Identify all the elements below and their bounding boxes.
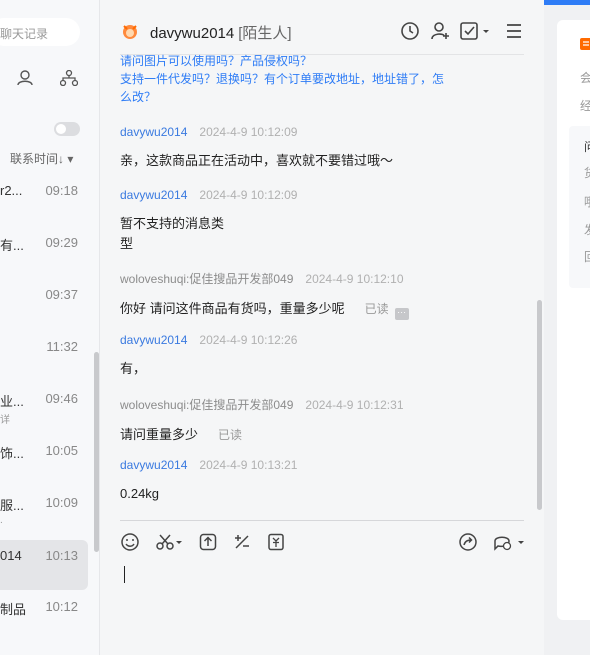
- customer-info-panel: 会 经 问 货 哦 发 回: [544, 0, 590, 655]
- message: davywu2014 2024-4-9 10:12:09 暂不支持的消息类 型: [120, 188, 524, 254]
- conversation-sidebar: 聊天记录 联系时间↓ ▾ r2... 09:18 有... 09:29 09:3…: [0, 0, 100, 655]
- screenshot-icon[interactable]: [155, 532, 183, 552]
- message: woloveshuqi:促佳搜品开发部049 2024-4-9 10:12:10 …: [120, 270, 524, 320]
- conversation-item[interactable]: 09:37: [0, 271, 88, 321]
- chat-panel: davywu2014 [陌生人] 请问图片可以使用吗？产品侵权吗？ 支持一件代发吗…: [101, 0, 544, 655]
- menu-icon[interactable]: [503, 20, 525, 42]
- conversation-item[interactable]: 11:32: [0, 323, 88, 373]
- discount-icon[interactable]: [232, 532, 252, 552]
- chat-settings-icon[interactable]: [492, 532, 524, 552]
- search-input[interactable]: 聊天记录: [0, 18, 80, 46]
- chat-header: davywu2014 [陌生人]: [101, 0, 544, 56]
- faq-link[interactable]: 请问图片可以使用吗？产品侵权吗？: [120, 52, 444, 70]
- message-text: 0.24kg: [120, 486, 160, 501]
- contacts-tab-icon[interactable]: [16, 70, 34, 86]
- conversation-item[interactable]: 业... 09:46 详: [0, 375, 88, 426]
- avatar: [123, 25, 137, 39]
- conversation-item[interactable]: 制品 10:12: [0, 583, 88, 633]
- message-input[interactable]: [120, 560, 524, 650]
- text-caret: [124, 566, 125, 583]
- message: davywu2014 2024-4-9 10:13:21 0.24kg: [120, 458, 524, 504]
- org-tab-icon[interactable]: [60, 70, 78, 86]
- info-row: 会: [580, 71, 590, 85]
- message-text: 你好 请问这件商品有货吗，重量多少呢 已读 ···: [120, 299, 524, 320]
- upload-icon[interactable]: [198, 532, 218, 552]
- faq-links: 请问图片可以使用吗？产品侵权吗？ 支持一件代发吗？退换吗？有个订单要改地址，地址…: [120, 52, 444, 106]
- sort-dropdown[interactable]: 联系时间↓ ▾: [10, 150, 73, 167]
- conversation-item[interactable]: r2... 09:18: [0, 167, 88, 217]
- message-list: 请问图片可以使用吗？产品侵权吗？ 支持一件代发吗？退换吗？有个订单要改地址，地址…: [120, 52, 524, 512]
- task-dropdown-icon[interactable]: [459, 20, 491, 42]
- read-status: 已读: [364, 302, 389, 316]
- contact-name: davywu2014 [陌生人]: [150, 25, 292, 42]
- conversation-item[interactable]: 饰... 10:05: [0, 427, 88, 477]
- shop-icon: [580, 38, 590, 50]
- read-status: 已读: [218, 428, 243, 442]
- emoji-icon[interactable]: [120, 532, 140, 552]
- conversation-item[interactable]: 有... 09:29: [0, 219, 88, 269]
- input-divider: [120, 520, 524, 521]
- panel-accent-bar: [544, 0, 590, 5]
- message: davywu2014 2024-4-9 10:12:26 有，: [120, 333, 524, 379]
- contact-tag: [陌生人]: [238, 25, 292, 42]
- filter-toggle[interactable]: [54, 122, 80, 136]
- message-text: 亲，这款商品正在活动中，喜欢就不要错过哦～: [120, 153, 394, 168]
- history-icon[interactable]: [399, 20, 421, 42]
- faq-link[interactable]: 支持一件代发吗？退换吗？有个订单要改地址，地址错了，怎: [120, 70, 444, 88]
- message-text: 暂不支持的消息类 型: [120, 216, 225, 251]
- sidebar-scrollbar[interactable]: [94, 352, 99, 552]
- faq-link[interactable]: 么改？: [120, 88, 444, 106]
- quick-reply-icon[interactable]: [458, 532, 478, 552]
- coupon-icon[interactable]: [266, 532, 286, 552]
- message: davywu2014 2024-4-9 10:12:09 亲，这款商品正在活动中，…: [120, 125, 524, 171]
- add-contact-icon[interactable]: [429, 20, 451, 42]
- info-subcard: 问 货 哦 发 回: [569, 126, 590, 288]
- message-text: 请问重量多少 已读: [120, 427, 243, 442]
- info-row: 经: [580, 99, 590, 113]
- chat-scrollbar[interactable]: [537, 300, 542, 510]
- message: woloveshuqi:促佳搜品开发部049 2024-4-9 10:12:31 …: [120, 396, 524, 445]
- more-icon[interactable]: ···: [394, 308, 409, 320]
- conversation-item[interactable]: 服... 10:09 .: [0, 479, 88, 529]
- message-text: 有，: [120, 361, 147, 376]
